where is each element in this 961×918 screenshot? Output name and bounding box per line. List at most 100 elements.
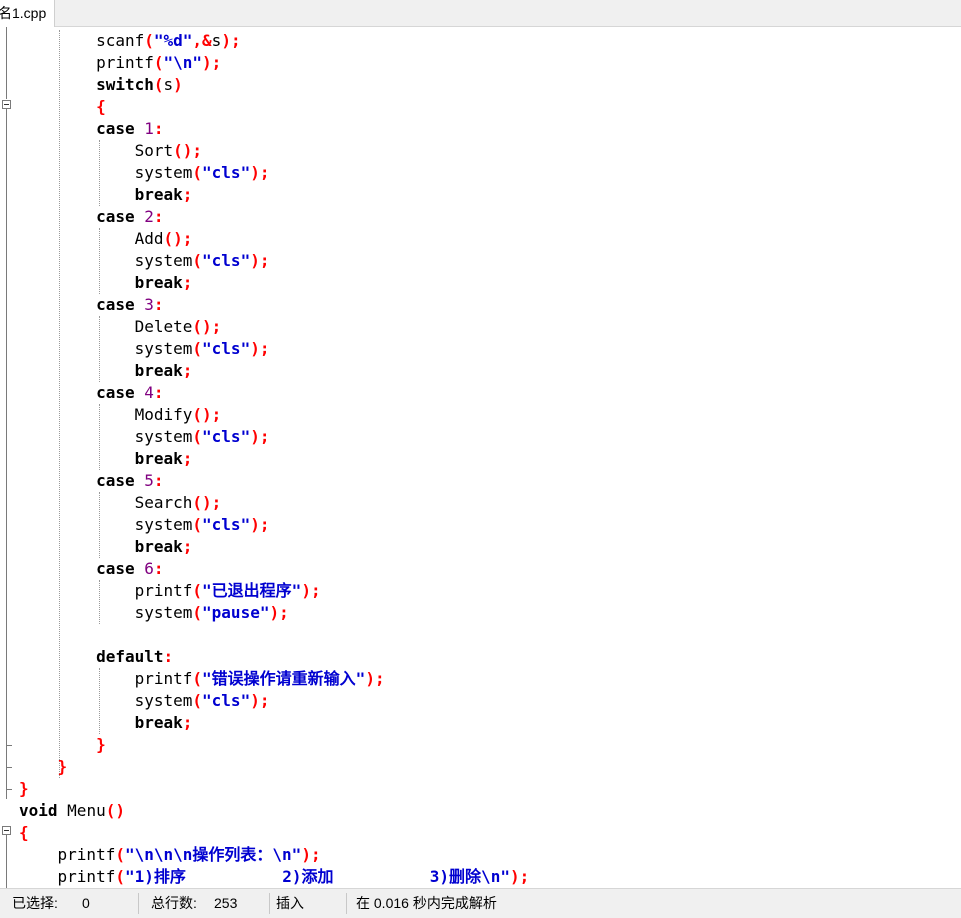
code-token-id: scanf: [96, 31, 145, 50]
code-token-sym: (: [192, 427, 203, 446]
fold-collapse-icon[interactable]: [2, 826, 11, 835]
code-line: case 4:: [19, 382, 529, 404]
code-token-sym: );: [269, 603, 289, 622]
code-token-sym: (: [144, 31, 154, 50]
status-bar: 已选择: 0 总行数: 253 插入 在 0.016 秒内完成解析: [0, 888, 961, 918]
code-token-str: "cls": [202, 515, 251, 534]
code-token-id: system: [134, 163, 193, 182]
code-token-sym: );: [250, 427, 270, 446]
status-divider: [138, 893, 139, 914]
code-token-kw: break: [134, 713, 183, 732]
code-token-str: "\n": [163, 53, 203, 72]
code-token-sym: ,&: [192, 31, 212, 50]
code-line: }: [19, 734, 529, 756]
code-token-str: "1)排序 2)添加 3)删除\n": [124, 867, 510, 886]
code-line: break;: [19, 184, 529, 206]
code-token-id: Menu: [67, 801, 106, 820]
code-token-sym: (: [153, 75, 164, 94]
code-token-sym: );: [301, 845, 321, 864]
file-tab[interactable]: 名1.cpp: [0, 0, 55, 27]
code-token-sym: :: [153, 559, 164, 578]
code-token-str: "cls": [202, 691, 251, 710]
code-token-kw: break: [134, 449, 183, 468]
code-line: Search();: [19, 492, 529, 514]
code-line: system("cls");: [19, 250, 529, 272]
code-line: Add();: [19, 228, 529, 250]
code-token-kw: case: [96, 207, 135, 226]
code-editor[interactable]: scanf("%d",&s); printf("\n"); switch(s) …: [0, 27, 961, 888]
code-line: case 6:: [19, 558, 529, 580]
code-line: system("pause");: [19, 602, 529, 624]
editor-tab-bar: 名1.cpp: [0, 0, 961, 27]
code-token-sym: (: [192, 163, 203, 182]
code-token-sym: ();: [192, 493, 222, 512]
code-token-sym: );: [365, 669, 385, 688]
code-token-kw: default: [96, 647, 164, 666]
code-token-num: 6: [144, 559, 154, 578]
code-token-kw: void: [19, 801, 58, 820]
code-token-id: s: [211, 31, 222, 50]
code-token-num: 4: [144, 383, 154, 402]
code-token-id: Add: [134, 229, 164, 248]
code-token-id: printf: [134, 581, 193, 600]
code-line: break;: [19, 536, 529, 558]
code-token-sym: ;: [182, 537, 193, 556]
code-line: break;: [19, 360, 529, 382]
code-line: break;: [19, 712, 529, 734]
code-token-sym: );: [509, 867, 530, 886]
code-token-sym: }: [57, 757, 68, 776]
code-token-sym: ): [173, 75, 183, 94]
code-token-id: Modify: [134, 405, 193, 424]
code-token-sym: (: [192, 515, 203, 534]
code-token-id: system: [134, 251, 193, 270]
code-token-sym: );: [250, 251, 270, 270]
code-token-kw: case: [96, 559, 135, 578]
code-token-sym: ();: [173, 141, 203, 160]
code-token-id: system: [134, 515, 193, 534]
code-token-sym: );: [250, 163, 270, 182]
code-token-sym: :: [153, 207, 164, 226]
code-token-sym: ;: [182, 185, 193, 204]
code-token-sym: (: [192, 251, 203, 270]
code-token-sym: :: [163, 647, 174, 666]
code-line: switch(s): [19, 74, 529, 96]
code-line: printf("\n");: [19, 52, 529, 74]
code-token-str: "pause": [202, 603, 270, 622]
code-line: system("cls");: [19, 162, 529, 184]
file-tab-label: 名1.cpp: [0, 5, 47, 21]
code-token-num: 3: [144, 295, 154, 314]
code-token-sym: );: [250, 515, 270, 534]
code-line: break;: [19, 448, 529, 470]
code-line: {: [19, 96, 529, 118]
code-token-num: 5: [144, 471, 154, 490]
code-token-str: "\n\n\n操作列表：\n": [124, 845, 302, 864]
code-token-id: system: [134, 603, 193, 622]
code-token-kw: break: [134, 185, 183, 204]
code-token-kw: break: [134, 273, 183, 292]
code-token-sym: (: [115, 867, 125, 886]
fold-collapse-icon[interactable]: [2, 100, 11, 109]
code-line: void Menu(): [19, 800, 529, 822]
